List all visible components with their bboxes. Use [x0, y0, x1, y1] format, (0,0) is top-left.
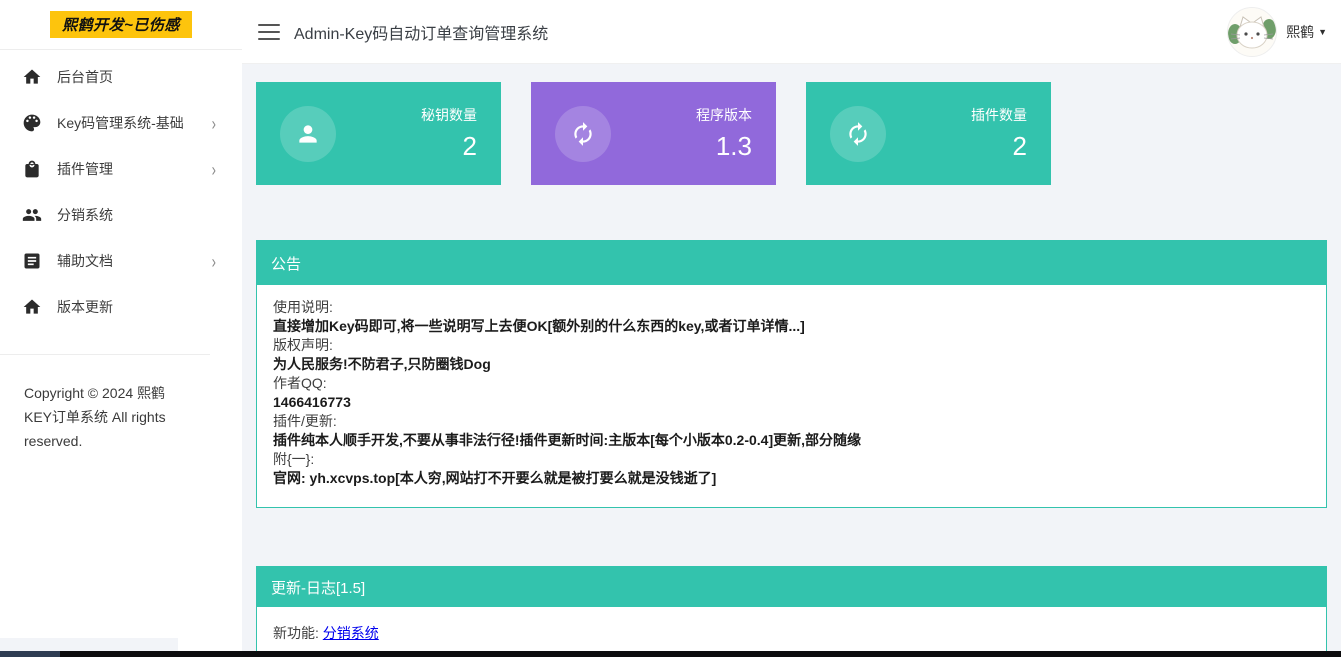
sidebar-item-label: 版本更新: [57, 297, 113, 317]
main-content: 秘钥数量 2 程序版本 1.3 插件数量 2 公告 使用说明:: [242, 64, 1341, 657]
announcement-body: 使用说明: 直接增加Key码即可,将一些说明写上去便OK[额外别的什么东西的ke…: [257, 285, 1326, 507]
sidebar-item-label: Key码管理系统-基础: [57, 113, 184, 133]
chevron-right-icon: ›: [212, 113, 216, 134]
announcement-line: 使用说明:: [273, 298, 1310, 317]
announcement-line: 1466416773: [273, 393, 1310, 412]
announcement-line: 附{一}:: [273, 450, 1310, 469]
sync-icon: [555, 106, 611, 162]
sidebar-item-key-management[interactable]: Key码管理系统-基础 ›: [0, 100, 242, 146]
sidebar-item-distribution[interactable]: 分销系统: [0, 192, 242, 238]
group-icon: [22, 205, 42, 225]
sidebar-banner-area: 熙鹤开发~已伤感: [0, 0, 242, 50]
changelog-panel-title: 更新-日志[1.5]: [257, 567, 1326, 607]
announcement-panel: 公告 使用说明: 直接增加Key码即可,将一些说明写上去便OK[额外别的什么东西…: [256, 240, 1327, 508]
home-icon: [22, 67, 42, 87]
palette-icon: [22, 113, 42, 133]
announcement-line: 插件纯本人顺手开发,不要从事非法行径!插件更新时间:主版本[每个小版本0.2-0…: [273, 431, 1310, 450]
stat-card-plugin-count: 插件数量 2: [806, 82, 1051, 185]
stat-label: 插件数量: [971, 105, 1027, 125]
user-name[interactable]: 熙鹤: [1286, 22, 1314, 42]
header-user-area: 熙鹤 ▼: [1227, 7, 1341, 57]
changelog-body: 新功能: 分销系统: [257, 607, 1326, 657]
stat-card-key-count: 秘钥数量 2: [256, 82, 501, 185]
sidebar-item-label: 后台首页: [57, 67, 113, 87]
announcement-line: 作者QQ:: [273, 374, 1310, 393]
dev-banner: 熙鹤开发~已伤感: [50, 11, 192, 38]
sidebar-item-dashboard[interactable]: 后台首页: [0, 54, 242, 100]
chevron-right-icon: ›: [212, 251, 216, 272]
hamburger-menu-icon[interactable]: [258, 24, 280, 40]
changelog-panel: 更新-日志[1.5] 新功能: 分销系统: [256, 566, 1327, 657]
stats-row: 秘钥数量 2 程序版本 1.3 插件数量 2: [256, 82, 1327, 185]
document-icon: [22, 251, 42, 271]
stat-label: 程序版本: [696, 105, 752, 125]
announcement-line: 官网: yh.xcvps.top[本人穷,网站打不开要么就是被打要么就是没钱逝了…: [273, 469, 1310, 488]
sidebar-item-label: 分销系统: [57, 205, 113, 225]
stat-value: 2: [421, 131, 477, 162]
person-icon: [280, 106, 336, 162]
distribution-system-link[interactable]: 分销系统: [323, 625, 379, 641]
sidebar: 熙鹤开发~已伤感 后台首页 Key码管理系统-基础 › 插件管理 ›: [0, 0, 242, 657]
changelog-entry-label: 新功能:: [273, 625, 319, 641]
avatar[interactable]: [1227, 7, 1277, 57]
page-title: Admin-Key码自动订单查询管理系统: [294, 20, 548, 44]
top-header: Admin-Key码自动订单查询管理系统 熙鹤 ▼: [242, 0, 1341, 64]
shopping-bag-icon: [22, 159, 42, 179]
stat-card-program-version: 程序版本 1.3: [531, 82, 776, 185]
sidebar-menu: 后台首页 Key码管理系统-基础 › 插件管理 › 分销系统 辅: [0, 50, 242, 330]
stat-label: 秘钥数量: [421, 105, 477, 125]
announcement-line: 插件/更新:: [273, 412, 1310, 431]
bottom-taskbar-edge: [0, 651, 1341, 657]
chevron-down-icon[interactable]: ▼: [1318, 27, 1327, 37]
home-icon: [22, 297, 42, 317]
sidebar-item-label: 辅助文档: [57, 251, 113, 271]
copyright-text: Copyright © 2024 熙鹤KEY订单系统 All rights re…: [0, 354, 210, 453]
sidebar-item-label: 插件管理: [57, 159, 113, 179]
sidebar-item-plugin-management[interactable]: 插件管理 ›: [0, 146, 242, 192]
sidebar-item-docs[interactable]: 辅助文档 ›: [0, 238, 242, 284]
chevron-right-icon: ›: [212, 159, 216, 180]
stat-value: 1.3: [696, 131, 752, 162]
sync-icon: [830, 106, 886, 162]
sidebar-item-version-update[interactable]: 版本更新: [0, 284, 242, 330]
announcement-panel-title: 公告: [257, 241, 1326, 285]
announcement-line: 为人民服务!不防君子,只防圈钱Dog: [273, 355, 1310, 374]
announcement-line: 直接增加Key码即可,将一些说明写上去便OK[额外别的什么东西的key,或者订单…: [273, 317, 1310, 336]
bottom-corner-strip: [0, 638, 178, 651]
announcement-line: 版权声明:: [273, 336, 1310, 355]
stat-value: 2: [971, 131, 1027, 162]
